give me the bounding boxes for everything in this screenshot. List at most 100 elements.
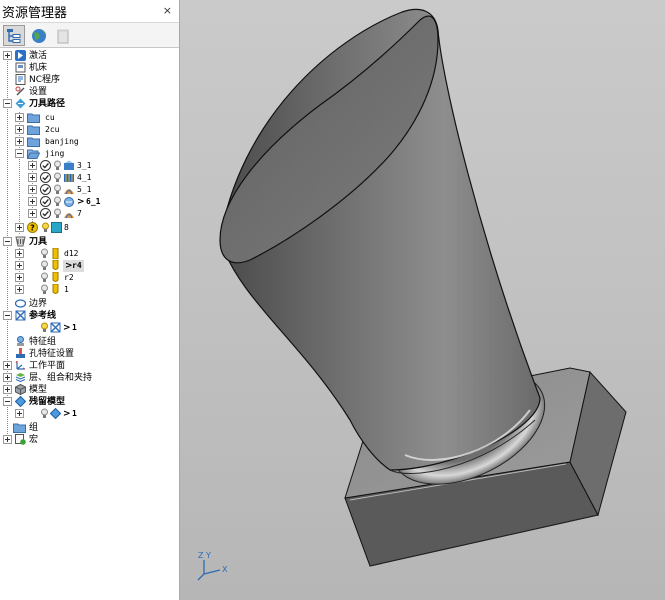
expand-toggle[interactable] [15,113,24,122]
part-model: Z Y X [197,8,627,581]
axis-triad: Z Y X [197,551,228,581]
tree-item-tool-1[interactable]: 1 [0,284,179,296]
question-icon: ? [27,222,38,233]
expand-toggle[interactable] [28,161,37,170]
tree-item-macros[interactable]: 宏 [0,434,179,446]
tree-item-label: NC程序 [29,75,61,85]
expand-toggle[interactable] [3,51,12,60]
tree-item-label: 7 [77,209,82,218]
hole-feature-icon [16,348,25,358]
tree-item-nc-programs[interactable]: NC程序 [0,74,179,86]
tree-item-label: 模型 [29,385,48,395]
folder-icon [27,113,40,123]
tree-item-label: cu [45,113,55,122]
tree-item-models[interactable]: 模型 [0,384,179,396]
explorer-panel: 资源管理器 × 激活 机床 NC程序 设置 刀具路径 cu 2cu banjin… [0,0,180,600]
tree-item-label: 5_1 [77,185,92,194]
expand-toggle[interactable] [15,223,24,232]
explorer-tree-icon[interactable] [3,25,25,46]
tree-item-settings[interactable]: 设置 [0,86,179,98]
tree-item-tool-r4[interactable]: > r4 [0,260,179,272]
expand-toggle[interactable] [3,373,12,382]
check-icon [40,160,51,171]
pattern-icon [50,322,61,333]
tree-item-label: jing [45,149,65,158]
tree-item-folder-cu[interactable]: cu [0,112,179,124]
tree-item-machine[interactable]: 机床 [0,62,179,74]
collapse-toggle[interactable] [3,99,12,108]
pattern-icon [15,310,26,321]
tree-item-label: 组 [29,423,39,433]
tree-item-label: r2 [64,273,74,282]
tree-item-stock-1[interactable]: > 1 [0,408,179,420]
bulb-icon [54,160,61,170]
check-icon [40,172,51,183]
active-marker: > [63,323,71,333]
check-icon [40,196,51,207]
tree-item-folder-jing[interactable]: jing [0,148,179,160]
layers-icon [15,373,26,383]
tree-item-folder-2cu[interactable]: 2cu [0,124,179,136]
expand-toggle[interactable] [3,385,12,394]
expand-toggle[interactable] [28,209,37,218]
expand-toggle[interactable] [28,185,37,194]
tree-item-active[interactable]: 激活 [0,50,179,62]
tree-item-toolpath-7[interactable]: 7 [0,208,179,220]
tree-item-toolpath-3-1[interactable]: 3_1 [0,160,179,172]
close-icon[interactable]: × [163,4,172,17]
tree-item-toolpath-8[interactable]: ? 8 [0,222,179,234]
tree-item-feature-groups[interactable]: 特征组 [0,336,179,348]
tree-item-reference-1[interactable]: > 1 [0,322,179,334]
tree-item-toolpath-4-1[interactable]: 4_1 [0,172,179,184]
tree-item-boundaries[interactable]: 边界 [0,298,179,310]
expand-toggle[interactable] [15,261,24,270]
tree-item-folder-banjing[interactable]: banjing [0,136,179,148]
expand-toggle[interactable] [15,285,24,294]
bulb-icon [42,222,49,232]
folder-icon [27,125,40,135]
expand-toggle[interactable] [28,197,37,206]
expand-toggle[interactable] [15,125,24,134]
bulb-icon [41,248,48,258]
graphics-viewport[interactable]: Z Y X [180,0,665,600]
explorer-title: 资源管理器 [2,6,68,21]
tree-item-reference-curves[interactable]: 参考线 [0,310,179,322]
stock-model-icon [50,408,61,419]
tree-item-toolpath-6-1[interactable]: > 6_1 [0,196,179,208]
expand-toggle[interactable] [15,249,24,258]
svg-text:?: ? [30,224,35,233]
tree-item-label: 刀具路径 [29,99,66,109]
expand-toggle[interactable] [28,173,37,182]
tree-item-toolpath-5-1[interactable]: 5_1 [0,184,179,196]
tree-item-label: 1 [64,285,69,294]
tree-item-label: 特征组 [29,337,57,347]
collapse-toggle[interactable] [3,237,12,246]
bulb-icon [54,196,61,206]
tree-item-tool-d12[interactable]: d12 [0,248,179,260]
tree-item-stock-models[interactable]: 残留模型 [0,396,179,408]
tree-item-workplanes[interactable]: 工作平面 [0,360,179,372]
trash-icon[interactable] [52,25,74,46]
expand-toggle[interactable] [3,361,12,370]
collapse-toggle[interactable] [15,149,24,158]
expand-toggle[interactable] [15,273,24,282]
tree-item-tools[interactable]: 刀具 [0,236,179,248]
tree-item-label: 机床 [29,63,48,73]
expand-toggle[interactable] [3,435,12,444]
tree-item-label: 孔特征设置 [29,349,75,359]
tree-item-layers[interactable]: 层、组合和夹持 [0,372,179,384]
tree-item-tool-r2[interactable]: r2 [0,272,179,284]
bulb-icon [41,284,48,294]
expand-toggle[interactable] [15,409,24,418]
collapse-toggle[interactable] [3,397,12,406]
explorer-title-bar: 资源管理器 × [0,0,179,22]
settings-icon [15,86,25,96]
toolpath-strategy-icon [64,174,74,182]
workplane-icon [15,360,26,370]
tree-item-toolpaths[interactable]: 刀具路径 [0,98,179,110]
globe-icon[interactable] [28,25,50,46]
expand-toggle[interactable] [15,137,24,146]
tree-item-hole-feature-sets[interactable]: 孔特征设置 [0,348,179,360]
collapse-toggle[interactable] [3,311,12,320]
tree-item-groups[interactable]: 组 [0,422,179,434]
